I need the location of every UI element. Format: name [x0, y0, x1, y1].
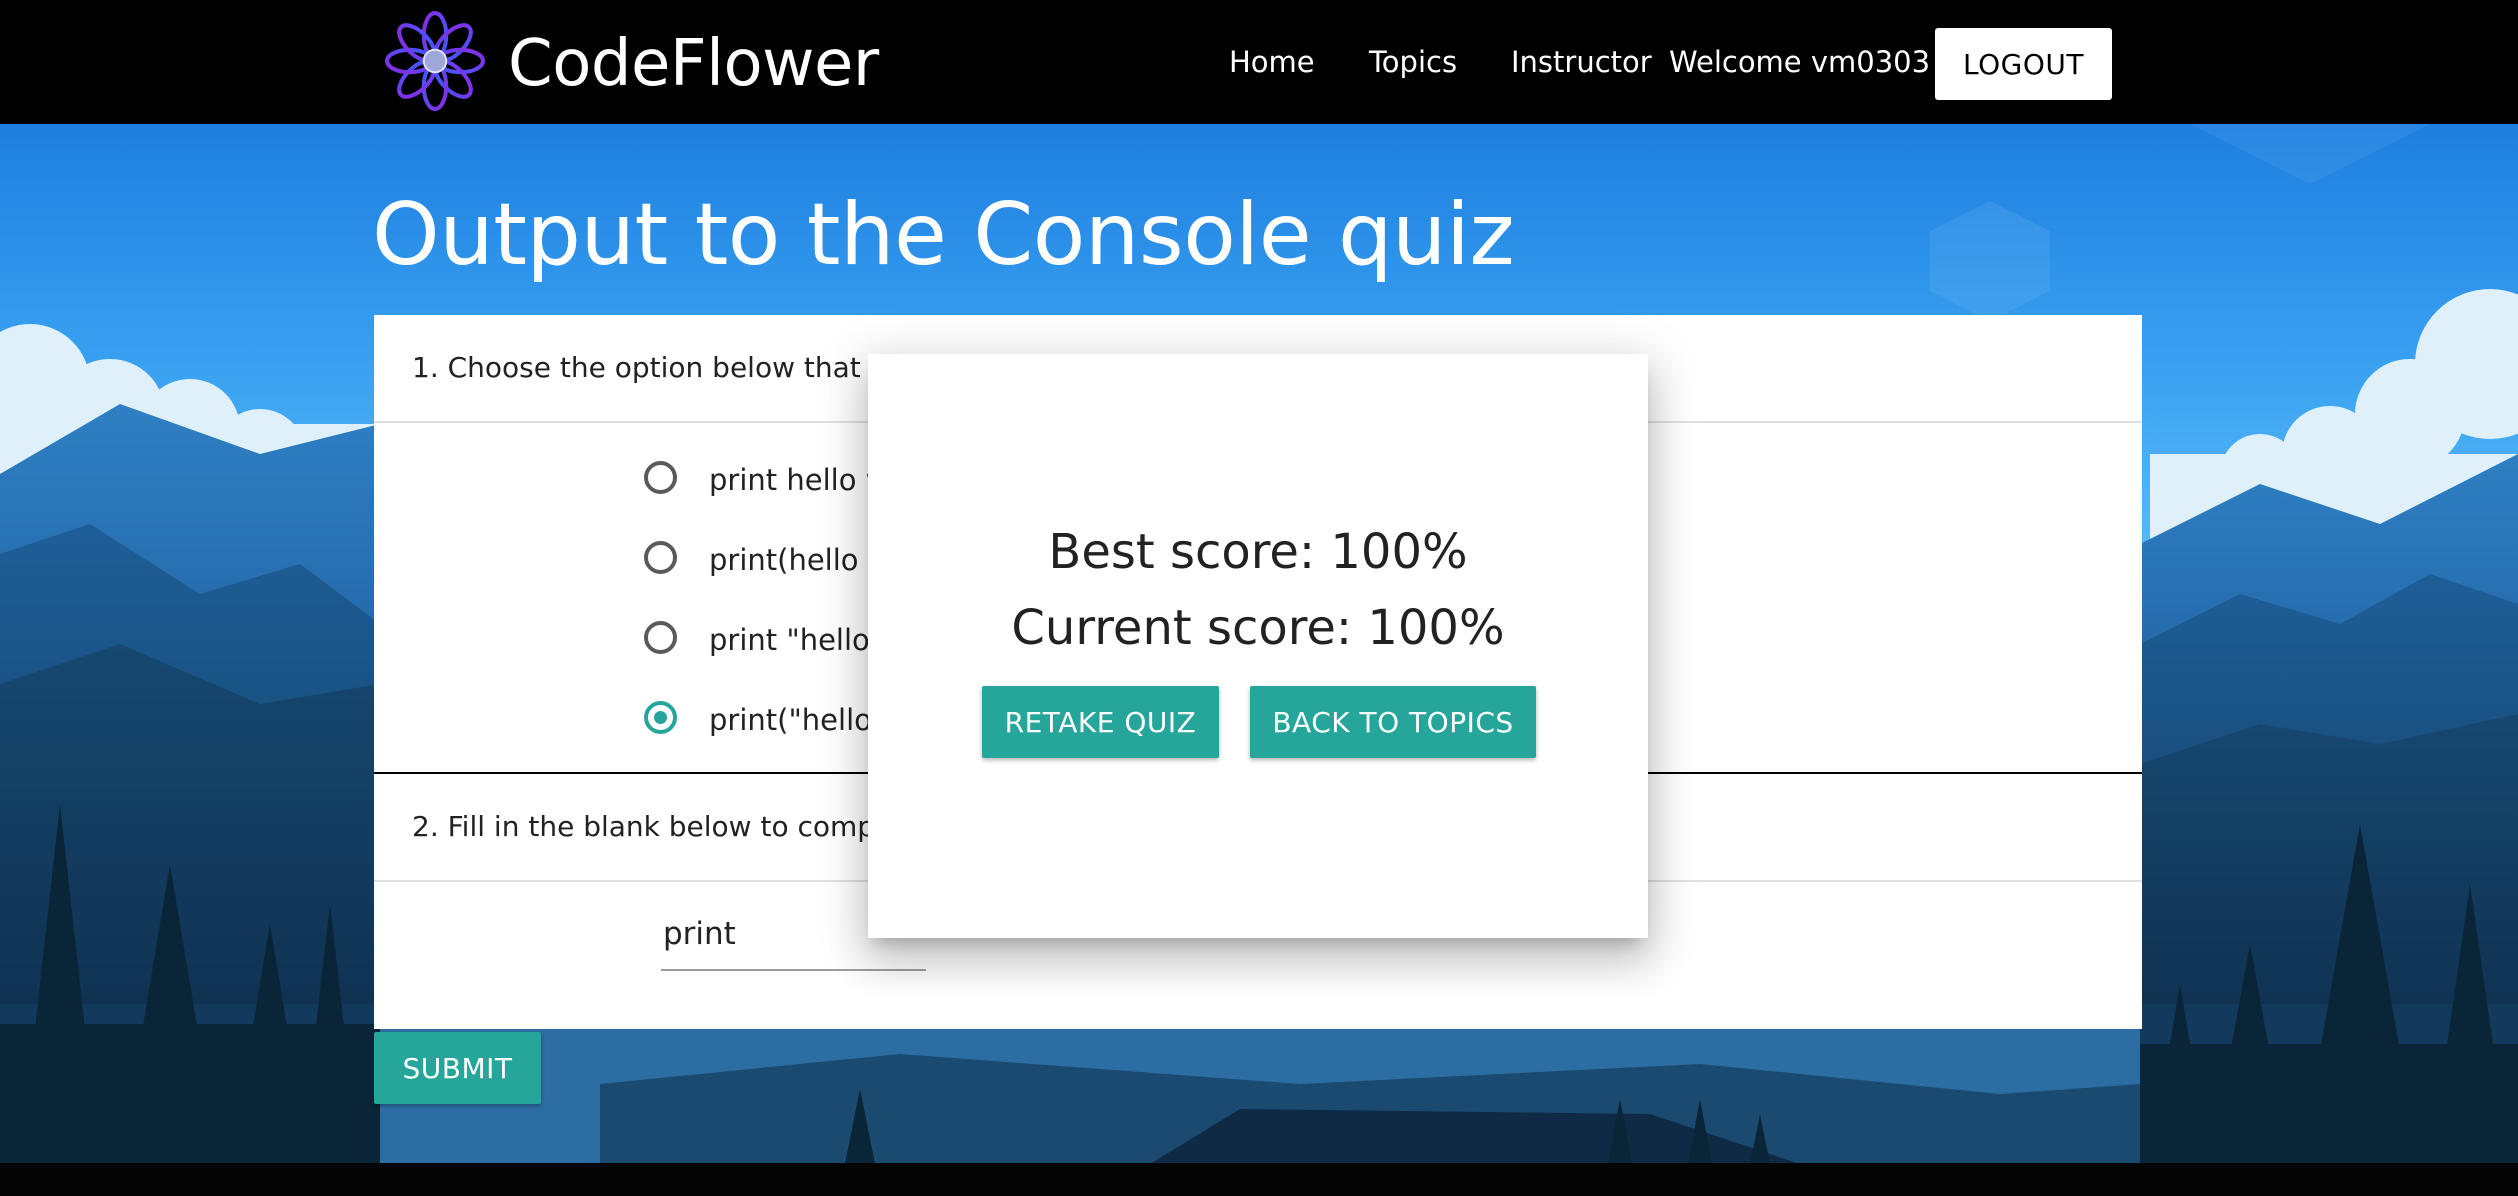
question-1-text: 1. Choose the option below that co	[412, 351, 903, 384]
nav-link-topics[interactable]: Topics	[1369, 42, 1457, 82]
radio-button[interactable]	[644, 541, 677, 574]
option-label: print hello w	[709, 463, 890, 497]
page-title: Output to the Console quiz	[372, 185, 1515, 285]
retake-quiz-button[interactable]: RETAKE QUIZ	[982, 686, 1219, 758]
radio-button[interactable]	[644, 461, 677, 494]
question-2-text: 2. Fill in the blank below to comple	[412, 810, 901, 843]
radio-button[interactable]	[644, 621, 677, 654]
submit-button[interactable]: SUBMIT	[374, 1032, 541, 1104]
score-modal: Best score: 100% Current score: 100% RET…	[868, 354, 1648, 938]
current-score-text: Current score: 100%	[1011, 600, 1505, 656]
welcome-text: Welcome vm0303	[1669, 45, 1931, 79]
footer-bar	[0, 1163, 2518, 1196]
brand-name[interactable]: CodeFlower	[508, 24, 879, 104]
navbar: CodeFlower Home Topics Instructor Welcom…	[0, 0, 2518, 124]
radio-button-selected[interactable]	[644, 701, 677, 734]
option-label: print(hello w	[709, 543, 892, 577]
flower-logo-icon[interactable]	[384, 10, 486, 112]
nav-link-home[interactable]: Home	[1229, 42, 1315, 82]
back-to-topics-button[interactable]: BACK TO TOPICS	[1250, 686, 1536, 758]
nav-link-instructor[interactable]: Instructor	[1511, 42, 1652, 82]
logout-button[interactable]: LOGOUT	[1935, 28, 2112, 100]
best-score-text: Best score: 100%	[1048, 524, 1468, 580]
